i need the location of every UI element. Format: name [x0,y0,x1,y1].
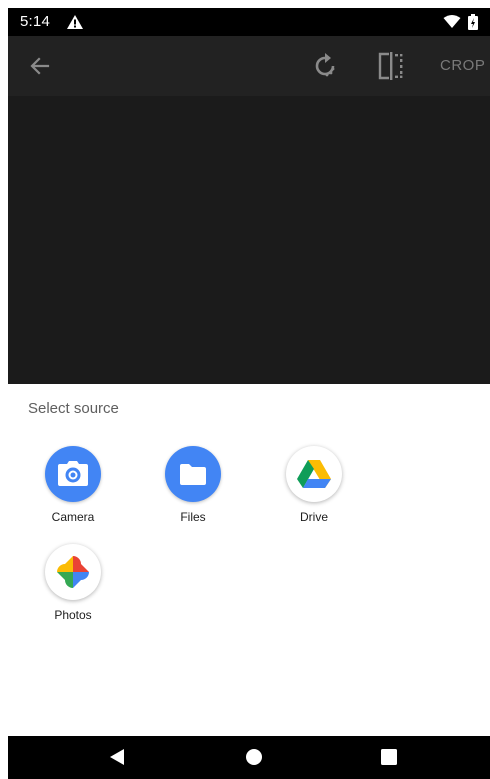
status-bar: 5:14 [8,8,490,36]
app-label: Camera [51,510,95,524]
image-preview-area [8,96,490,384]
navigation-bar [8,736,490,779]
folder-icon [165,446,221,502]
rotate-icon[interactable] [310,51,340,81]
app-files[interactable]: Files [143,446,243,524]
app-label: Photos [54,608,92,622]
back-arrow-icon[interactable] [26,52,54,80]
nav-recents-icon[interactable] [380,748,398,766]
app-photos[interactable]: Photos [23,544,123,622]
nav-home-icon[interactable] [245,748,263,766]
battery-icon [468,14,478,30]
sheet-title: Select source [28,400,119,417]
camera-icon [45,446,101,502]
nav-back-icon[interactable] [108,748,126,766]
app-drive[interactable]: Drive [264,446,364,524]
app-camera[interactable]: Camera [23,446,123,524]
wifi-icon [443,15,461,28]
flip-icon[interactable] [375,50,407,82]
app-label: Drive [299,510,328,524]
app-label: Files [180,510,206,524]
select-source-sheet: Select source Camera Files Drive Photos [8,384,490,736]
status-time: 5:14 [20,13,50,30]
app-window: 5:14 CROP Select source Camera Files Dri… [8,8,490,779]
crop-button[interactable]: CROP [440,57,485,74]
warning-icon [67,15,83,29]
drive-icon [286,446,342,502]
editor-toolbar: CROP [8,36,490,96]
photos-pinwheel-icon [45,544,101,600]
